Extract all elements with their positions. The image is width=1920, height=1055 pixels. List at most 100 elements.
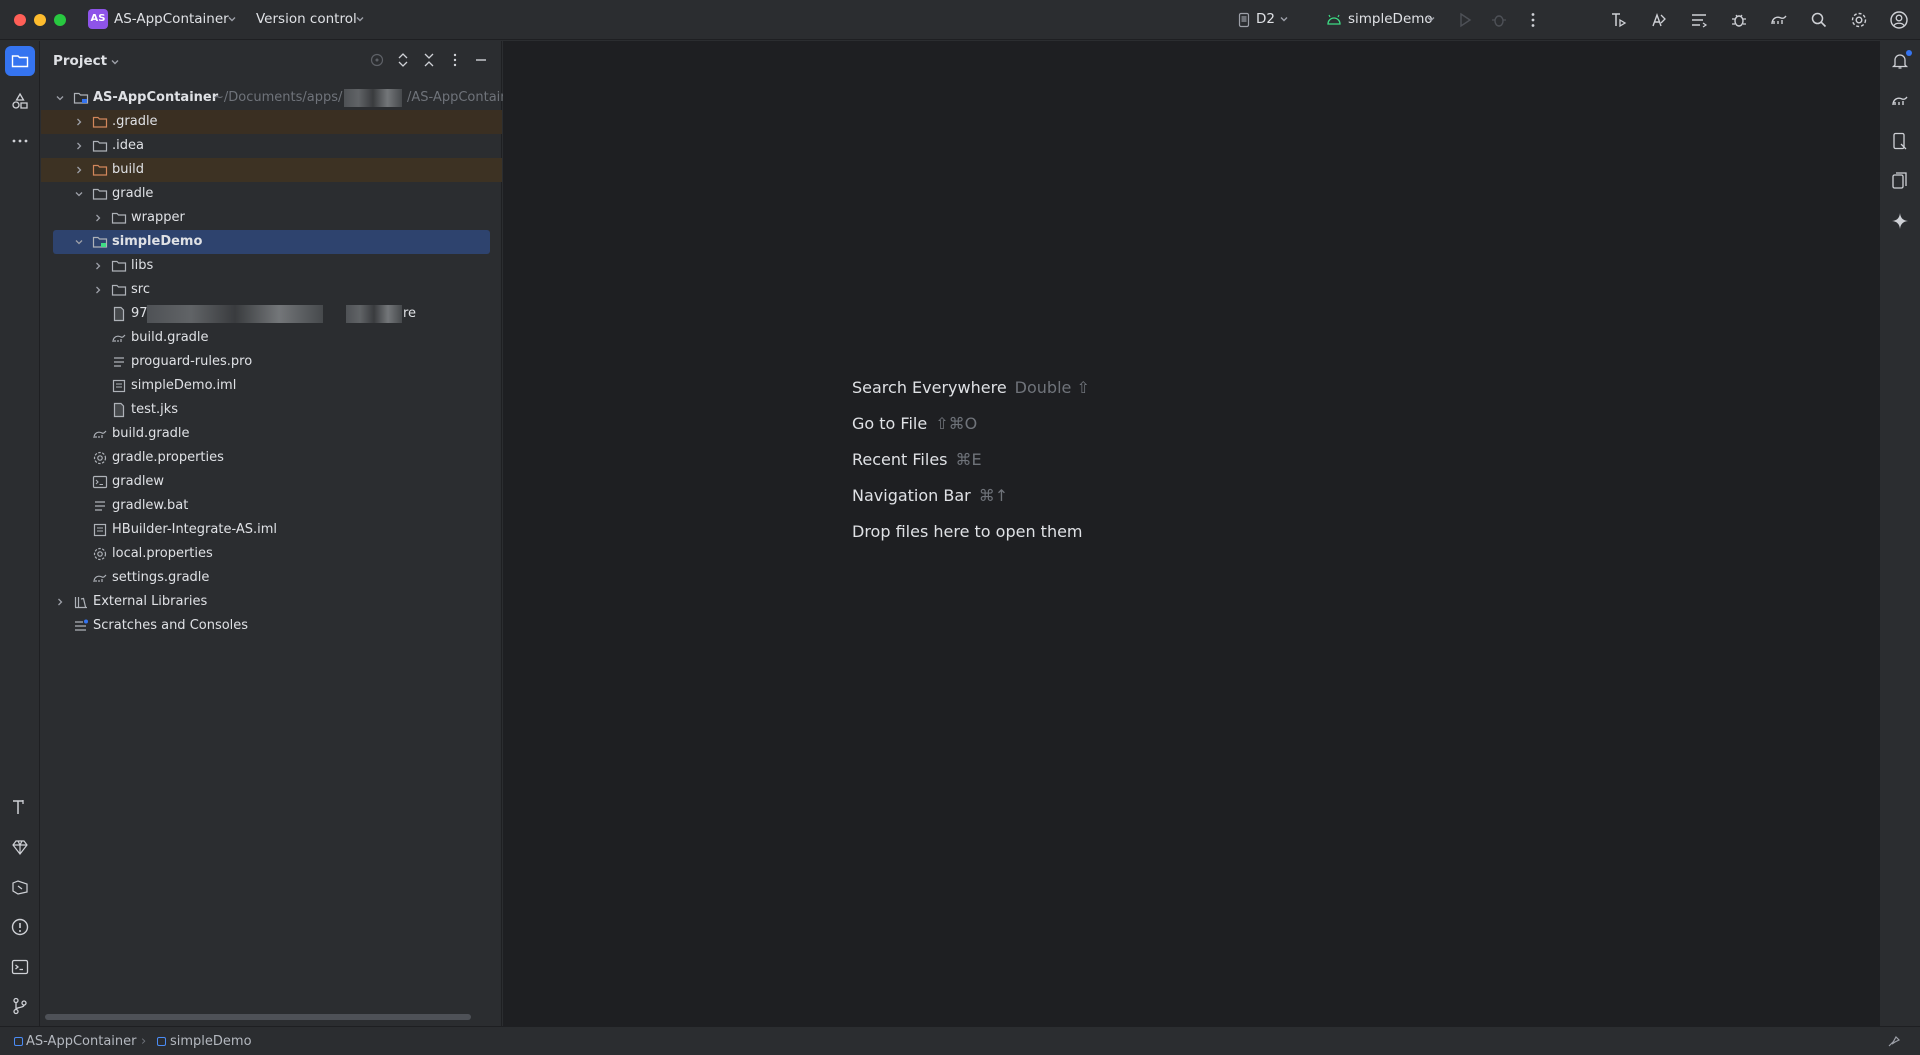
account-icon[interactable]: [1889, 10, 1909, 30]
device-selector[interactable]: D2: [1256, 11, 1275, 27]
module-folder-icon: [73, 90, 89, 106]
device-icon[interactable]: [1236, 12, 1252, 28]
terminal-icon[interactable]: [10, 957, 30, 977]
collapse-all-icon[interactable]: [421, 52, 437, 68]
folder-icon: [92, 138, 108, 154]
tree-row-src[interactable]: src: [41, 278, 502, 302]
tree-row-redacted-file[interactable]: 97 re: [41, 302, 502, 326]
debug-icon[interactable]: [1489, 10, 1509, 30]
profiler-icon[interactable]: [1609, 10, 1629, 30]
tree-row-libs[interactable]: libs: [41, 254, 502, 278]
tree-row-gradle[interactable]: gradle: [41, 182, 502, 206]
gradle-elephant-icon[interactable]: [1890, 91, 1910, 111]
run-config-selector[interactable]: simpleDemo: [1348, 11, 1433, 27]
tree-row-hbuilder-iml[interactable]: HBuilder-Integrate-AS.iml: [41, 518, 502, 542]
tree-row-dot-gradle[interactable]: .gradle: [41, 110, 502, 134]
breadcrumb-project[interactable]: AS-AppContainer: [26, 1034, 136, 1049]
locate-file-icon[interactable]: [369, 52, 385, 68]
tree-label: re: [403, 306, 417, 321]
tree-row-settings-gradle[interactable]: settings.gradle: [41, 566, 502, 590]
memory-indicator-icon[interactable]: [1886, 1033, 1902, 1049]
translate-icon[interactable]: [1649, 10, 1669, 30]
chevron-down-icon[interactable]: [54, 92, 66, 104]
app-inspection-icon[interactable]: [10, 877, 30, 897]
tree-row-simpledemo-iml[interactable]: simpleDemo.iml: [41, 374, 502, 398]
folder-icon[interactable]: [10, 51, 30, 71]
problems-icon[interactable]: [10, 917, 30, 937]
tree-row-build-gradle[interactable]: build.gradle: [41, 326, 502, 350]
tree-row-external-libraries[interactable]: External Libraries: [41, 590, 502, 614]
editor-empty-area[interactable]: Search Everywhere Double ⇧ Go to File ⇧⌘O …: [503, 41, 1879, 1026]
breadcrumb-separator-icon: ›: [141, 1034, 147, 1049]
chevron-right-icon[interactable]: [92, 260, 104, 272]
window-minimize-button[interactable]: [34, 14, 46, 26]
folder-icon: [111, 210, 127, 226]
file-icon: [111, 402, 127, 418]
options-icon[interactable]: [447, 52, 463, 68]
tree-row-local-properties[interactable]: local.properties: [41, 542, 502, 566]
tree-row-simpledemo[interactable]: simpleDemo: [53, 230, 490, 254]
tree-row-test-jks[interactable]: test.jks: [41, 398, 502, 422]
chevron-right-icon[interactable]: [54, 596, 66, 608]
hide-panel-icon[interactable]: [473, 52, 489, 68]
window-maximize-button[interactable]: [54, 14, 66, 26]
right-tool-stripe: [1879, 41, 1920, 1026]
tree-label: gradlew.bat: [112, 498, 189, 513]
tree-row-gradlew[interactable]: gradlew: [41, 470, 502, 494]
tree-label: build: [112, 162, 144, 177]
tree-label: HBuilder-Integrate-AS.iml: [112, 522, 278, 537]
bug-icon[interactable]: [1729, 10, 1749, 30]
chevron-right-icon[interactable]: [92, 284, 104, 296]
expand-all-icon[interactable]: [395, 52, 411, 68]
git-branch-icon[interactable]: [10, 996, 30, 1016]
excluded-folder-icon: [92, 114, 108, 130]
chevron-right-icon[interactable]: [73, 164, 85, 176]
tree-row-proguard[interactable]: proguard-rules.pro: [41, 350, 502, 374]
more-actions-icon[interactable]: [1523, 10, 1543, 30]
structure-list-icon[interactable]: [1689, 10, 1709, 30]
project-badge[interactable]: AS: [88, 9, 108, 29]
tree-row-scratches[interactable]: Scratches and Consoles: [41, 614, 502, 638]
tree-row-gradle-properties[interactable]: gradle.properties: [41, 446, 502, 470]
tree-row-build[interactable]: build: [41, 158, 502, 182]
version-control-dropdown[interactable]: Version control: [256, 11, 357, 27]
chevron-right-icon[interactable]: [73, 140, 85, 152]
tree-row-gradlew-bat[interactable]: gradlew.bat: [41, 494, 502, 518]
tree-row-wrapper[interactable]: wrapper: [41, 206, 502, 230]
chevron-right-icon[interactable]: [92, 212, 104, 224]
window-close-button[interactable]: [14, 14, 26, 26]
chevron-down-icon[interactable]: [109, 56, 121, 68]
hint-drop-files: Drop files here to open them: [852, 522, 1083, 541]
build-hammer-icon[interactable]: [10, 797, 30, 817]
tree-label: 97: [131, 306, 148, 321]
gradle-sync-icon[interactable]: [1769, 10, 1789, 30]
redacted-block: [147, 305, 323, 323]
android-icon[interactable]: [1326, 12, 1342, 28]
chevron-down-icon[interactable]: [73, 236, 85, 248]
tree-row-root[interactable]: AS-AppContainer ~/Documents/apps/ /AS-Ap…: [41, 86, 509, 110]
tree-row-idea[interactable]: .idea: [41, 134, 502, 158]
chevron-down-icon[interactable]: [1425, 13, 1437, 25]
chevron-down-icon[interactable]: [1278, 13, 1290, 25]
gemini-sparkle-icon[interactable]: [1890, 211, 1910, 231]
panel-title[interactable]: Project: [53, 53, 107, 69]
gear-icon[interactable]: [1849, 10, 1869, 30]
chevron-down-icon[interactable]: [73, 188, 85, 200]
more-tools-icon[interactable]: [10, 131, 30, 151]
chevron-right-icon[interactable]: [73, 116, 85, 128]
tree-row-root-build-gradle[interactable]: build.gradle: [41, 422, 502, 446]
resource-manager-icon[interactable]: [10, 91, 30, 111]
search-icon[interactable]: [1809, 10, 1829, 30]
hint-go-to-file: Go to File ⇧⌘O: [852, 414, 977, 433]
chevron-down-icon[interactable]: [354, 13, 366, 25]
tree-path-tail: /AS-AppContain: [407, 90, 509, 105]
breadcrumb-module[interactable]: simpleDemo: [170, 1034, 252, 1049]
properties-gear-icon: [92, 546, 108, 562]
app-quality-gem-icon[interactable]: [10, 837, 30, 857]
run-icon[interactable]: [1455, 10, 1475, 30]
project-name-dropdown[interactable]: AS-AppContainer: [114, 11, 229, 27]
horizontal-scrollbar[interactable]: [45, 1014, 471, 1020]
chevron-down-icon[interactable]: [226, 13, 238, 25]
device-manager-icon[interactable]: [1890, 131, 1910, 151]
running-devices-icon[interactable]: [1890, 171, 1910, 191]
